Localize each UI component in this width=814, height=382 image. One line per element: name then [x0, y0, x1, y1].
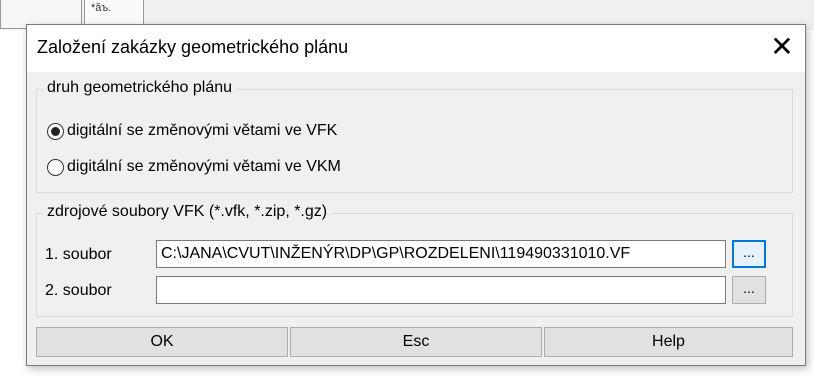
plan-type-group: druh geometrického plánu digitální se zm…: [36, 79, 793, 193]
file2-label: 2. soubor: [45, 282, 112, 299]
radio-option-vfk[interactable]: digitální se změnovými větami ve VFK: [47, 122, 337, 140]
source-files-group-label: zdrojové soubory VFK (*.vfk, *.zip, *.gz…: [43, 203, 332, 221]
file1-path-input[interactable]: C:\JANA\CVUT\INŽENÝR\DP\GP\ROZDELENI\119…: [156, 240, 726, 268]
dialog-titlebar: Založení zakázky geometrického plánu ✕: [27, 25, 805, 72]
plan-type-group-label: druh geometrického plánu: [43, 79, 237, 97]
create-order-dialog: Založení zakázky geometrického plánu ✕ d…: [26, 24, 806, 366]
source-files-group: zdrojové soubory VFK (*.vfk, *.zip, *.gz…: [36, 203, 793, 317]
file2-path-input[interactable]: [156, 276, 726, 304]
file1-browse-button[interactable]: ...: [732, 240, 766, 268]
radio-option-vkm[interactable]: digitální se změnovými větami ve VKM: [47, 158, 341, 176]
ok-button[interactable]: OK: [36, 327, 288, 357]
file1-label: 1. soubor: [45, 246, 112, 263]
radio-option-vkm-label: digitální se změnovými větami ve VKM: [67, 158, 341, 175]
radio-button-vfk[interactable]: [47, 122, 64, 140]
esc-button[interactable]: Esc: [290, 327, 542, 357]
help-button[interactable]: Help: [544, 327, 793, 357]
dialog-title: Založení zakázky geometrického plánu: [37, 37, 349, 57]
close-icon[interactable]: ✕: [765, 31, 799, 65]
file2-browse-button[interactable]: ...: [732, 276, 766, 304]
radio-button-vkm[interactable]: [47, 158, 64, 176]
radio-option-vfk-label: digitální se změnovými větami ve VFK: [67, 122, 338, 139]
